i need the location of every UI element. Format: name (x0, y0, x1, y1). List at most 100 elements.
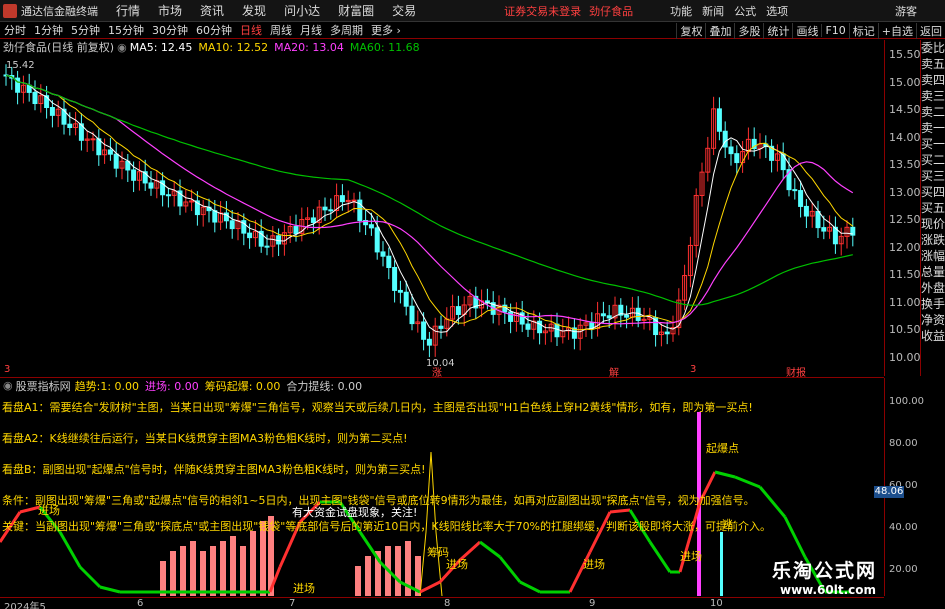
candle-body (351, 199, 357, 202)
side-panel-item[interactable]: 外盘 (921, 280, 945, 296)
candle-body (803, 205, 809, 217)
candle-body (229, 220, 235, 230)
watermark-url: www.60lt.com (780, 583, 877, 597)
login-notice[interactable]: 证券交易未登录 (504, 3, 581, 19)
date-label: 8 (444, 598, 451, 609)
indicator-tick: 80.00 (889, 438, 918, 449)
candle-body (339, 195, 345, 203)
menu-ask[interactable]: 问小达 (284, 2, 320, 19)
side-panel-item[interactable]: 卖四 (921, 72, 945, 88)
candle-body (212, 210, 218, 223)
quote-side-panel: 委比 卖五 卖四 卖三 卖二 卖一 买一 买二 买三 买四 买五 现价 涨跌 涨幅 总量 外盘 换手 净资 收益 (920, 40, 945, 376)
side-panel-item[interactable]: 卖一 (921, 120, 945, 136)
tab-daily[interactable]: 日线 (236, 22, 266, 38)
tab-5min[interactable]: 5分钟 (67, 22, 104, 38)
tab-30min[interactable]: 30分钟 (148, 22, 192, 38)
side-panel-item[interactable]: 卖二 (921, 104, 945, 120)
trend-segment (99, 585, 121, 594)
tab-timeshare[interactable]: 分时 (0, 22, 30, 38)
candle-body (600, 313, 606, 317)
menu-formula[interactable]: 公式 (734, 3, 756, 19)
trend-segment (714, 470, 736, 479)
price-tick: 12.00 (889, 240, 921, 254)
side-panel-item[interactable]: 买三 (921, 168, 945, 184)
candle-body (403, 291, 409, 307)
trend-segment (479, 540, 501, 559)
app-logo-icon (3, 3, 17, 18)
statistics-button[interactable]: 统计 (763, 22, 792, 39)
side-panel-item[interactable]: 委比 (921, 40, 945, 56)
multi-stock-button[interactable]: 多股 (734, 22, 763, 39)
mark-button[interactable]: 标记 (848, 22, 878, 39)
event-marker[interactable]: 3 (690, 364, 696, 375)
back-button[interactable]: 返回 (916, 22, 945, 39)
menu-news[interactable]: 资讯 (200, 2, 224, 19)
indicator-bar (220, 541, 226, 596)
indicator-bar (365, 556, 371, 596)
add-watchlist-button[interactable]: +自选 (877, 22, 916, 39)
user-label[interactable]: 游客 (895, 3, 917, 19)
f10-button[interactable]: F10 (821, 24, 848, 37)
escape-column (720, 532, 723, 596)
side-panel-item[interactable]: 涨幅 (921, 248, 945, 264)
price-tick: 12.50 (889, 213, 921, 226)
menu-wealth[interactable]: 财富圈 (338, 2, 374, 19)
menu-options[interactable]: 选项 (766, 3, 788, 19)
candle-body (380, 251, 386, 257)
tab-multi-period[interactable]: 多周期 (326, 22, 367, 38)
side-panel-item[interactable]: 净资 (921, 312, 945, 328)
adjust-button[interactable]: 复权 (676, 22, 705, 39)
indicator-bar (250, 531, 256, 596)
side-panel-item[interactable]: 买一 (921, 136, 945, 152)
indicator-bar (355, 566, 361, 596)
trend-segment (609, 508, 631, 514)
side-panel-item[interactable]: 涨跌 (921, 232, 945, 248)
candle-body (421, 321, 427, 340)
overlay-button[interactable]: 叠加 (705, 22, 734, 39)
indicator-menu-icon[interactable]: ◉ (3, 379, 13, 392)
stock-name[interactable]: 劲仔食品(日线 前复权) (3, 39, 114, 55)
draw-line-button[interactable]: 画线 (792, 22, 821, 39)
side-panel-item[interactable]: 现价 (921, 216, 945, 232)
price-tick: 10.50 (889, 323, 921, 336)
candle-body (247, 232, 253, 239)
menu-trade[interactable]: 交易 (392, 2, 416, 19)
menu-market-quotes[interactable]: 行情 (116, 2, 140, 19)
dropdown-circle-icon[interactable]: ◉ (117, 41, 127, 54)
note-b: 看盘B：副图出现"起爆点"信号时，伴随K线贯穿主图MA3粉色粗K线时，则为第三买… (2, 463, 426, 476)
tab-15min[interactable]: 15分钟 (104, 22, 148, 38)
candle-body (310, 217, 316, 223)
side-panel-item[interactable]: 总量 (921, 264, 945, 280)
candle-body (409, 305, 415, 325)
price-tick: 11.00 (889, 295, 921, 309)
ma10-line (5, 75, 854, 331)
side-panel-item[interactable]: 换手 (921, 296, 945, 312)
tab-monthly[interactable]: 月线 (296, 22, 326, 38)
trend-segment (78, 565, 102, 589)
tab-more[interactable]: 更多 › (367, 22, 405, 38)
menu-function[interactable]: 功能 (670, 3, 692, 19)
side-panel-item[interactable]: 卖三 (921, 88, 945, 104)
trend-segment (519, 580, 541, 594)
tab-weekly[interactable]: 周线 (266, 22, 296, 38)
side-panel-item[interactable]: 收益 (921, 328, 945, 344)
candle-body (293, 226, 299, 235)
side-panel-item[interactable]: 卖五 (921, 56, 945, 72)
side-panel-item[interactable]: 买二 (921, 152, 945, 168)
menu-market[interactable]: 市场 (158, 2, 182, 19)
menu-discover[interactable]: 发现 (242, 2, 266, 19)
note-a2: 看盘A2：K线继续往后运行，当某日K线贯穿主图MA3粉色粗K线时，则为第二买点! (2, 432, 408, 445)
tab-1min[interactable]: 1分钟 (30, 22, 67, 38)
candle-body (328, 209, 334, 212)
candle-body (165, 194, 171, 197)
side-panel-item[interactable]: 买四 (921, 184, 945, 200)
candlestick-chart[interactable]: 15.42 10.04 (0, 54, 884, 376)
price-tick: 13.50 (889, 158, 921, 171)
ma20-line (5, 74, 854, 325)
side-panel-item[interactable]: 买五 (921, 200, 945, 216)
menu-news-right[interactable]: 新闻 (702, 3, 724, 19)
tab-60min[interactable]: 60分钟 (192, 22, 236, 38)
period-toolbar: 分时 1分钟 5分钟 15分钟 30分钟 60分钟 日线 周线 月线 多周期 更… (0, 22, 945, 39)
event-marker[interactable]: 3 (4, 364, 10, 375)
signal-label-enter: 进场 (680, 549, 702, 563)
